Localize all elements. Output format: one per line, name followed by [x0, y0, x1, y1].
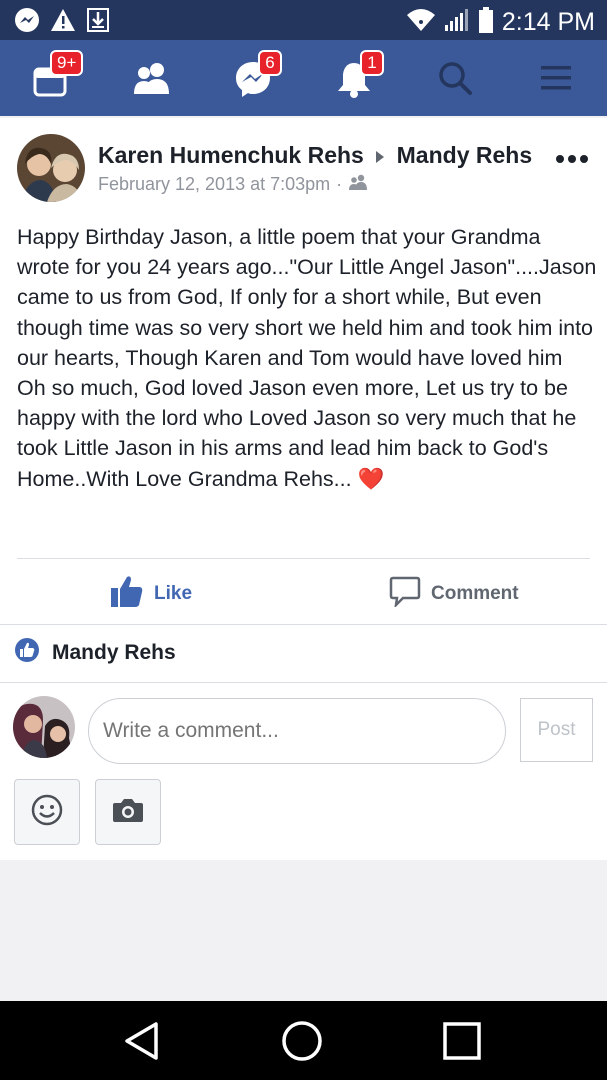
comment-label: Comment — [431, 583, 519, 604]
arrow-right-icon — [370, 142, 396, 168]
author-avatar[interactable] — [17, 134, 85, 202]
battery-icon — [478, 6, 494, 39]
post-card: Karen Humenchuk Rehs Mandy Rehs February… — [0, 118, 607, 860]
post-meta: February 12, 2013 at 7:03pm · — [98, 174, 368, 195]
post-text: Happy Birthday Jason, a little poem that… — [17, 225, 597, 491]
likes-summary[interactable]: Mandy Rehs — [14, 637, 176, 669]
emoji-button[interactable] — [14, 779, 80, 845]
notifications-icon — [336, 63, 372, 102]
home-icon[interactable] — [281, 1020, 323, 1067]
top-navbar: 9+ 6 1 — [0, 40, 607, 116]
friends-icon — [348, 174, 368, 195]
nav-search[interactable] — [437, 60, 477, 100]
user-avatar — [13, 696, 75, 758]
comment-icon — [389, 575, 421, 613]
post-body: Happy Birthday Jason, a little poem that… — [17, 222, 597, 494]
camera-icon — [112, 796, 144, 829]
emoji-icon — [31, 794, 63, 831]
post-comment-button[interactable]: Post — [520, 698, 593, 762]
post-options-button[interactable] — [555, 152, 589, 170]
divider-actions — [17, 558, 590, 559]
post-header: Karen Humenchuk Rehs Mandy Rehs — [98, 142, 532, 169]
nav-news-feed[interactable]: 9+ — [32, 50, 84, 102]
search-icon — [437, 62, 473, 100]
like-icon — [110, 574, 144, 614]
status-bar: 2:14 PM — [0, 0, 607, 40]
comment-button[interactable]: Comment — [389, 576, 519, 612]
heart-emoji: ❤️ — [357, 466, 385, 491]
like-reaction-icon — [14, 637, 40, 669]
badge-feed: 9+ — [50, 50, 84, 76]
wifi-icon — [406, 7, 436, 38]
download-icon — [86, 7, 110, 38]
recents-icon[interactable] — [442, 1021, 482, 1066]
friends-icon — [133, 63, 171, 100]
nav-notifications[interactable]: 1 — [336, 50, 384, 102]
comment-input[interactable] — [88, 698, 506, 764]
like-button[interactable]: Like — [110, 576, 192, 612]
nav-menu[interactable] — [538, 60, 578, 100]
badge-messages: 6 — [258, 50, 282, 76]
nav-friends[interactable] — [133, 60, 173, 100]
warning-icon — [50, 7, 76, 38]
system-navigation-bar — [0, 1001, 607, 1080]
divider-comment — [0, 682, 607, 683]
messenger-icon — [14, 7, 40, 38]
menu-icon — [538, 66, 574, 100]
messenger-icon — [234, 62, 272, 102]
nav-messenger[interactable]: 6 — [234, 50, 282, 102]
recipient-name[interactable]: Mandy Rehs — [397, 142, 532, 168]
author-name[interactable]: Karen Humenchuk Rehs — [98, 142, 364, 168]
dot-separator: · — [336, 174, 343, 194]
badge-notifications: 1 — [360, 50, 384, 76]
more-icon — [555, 152, 589, 169]
clock: 2:14 PM — [501, 8, 595, 36]
divider-likes — [0, 624, 607, 625]
post-date[interactable]: February 12, 2013 at 7:03pm — [98, 174, 330, 195]
back-icon[interactable] — [122, 1021, 162, 1066]
camera-button[interactable] — [95, 779, 161, 845]
signal-icon — [444, 7, 470, 38]
liker-name: Mandy Rehs — [52, 641, 176, 664]
feed-icon — [32, 67, 68, 102]
like-label: Like — [154, 583, 193, 604]
